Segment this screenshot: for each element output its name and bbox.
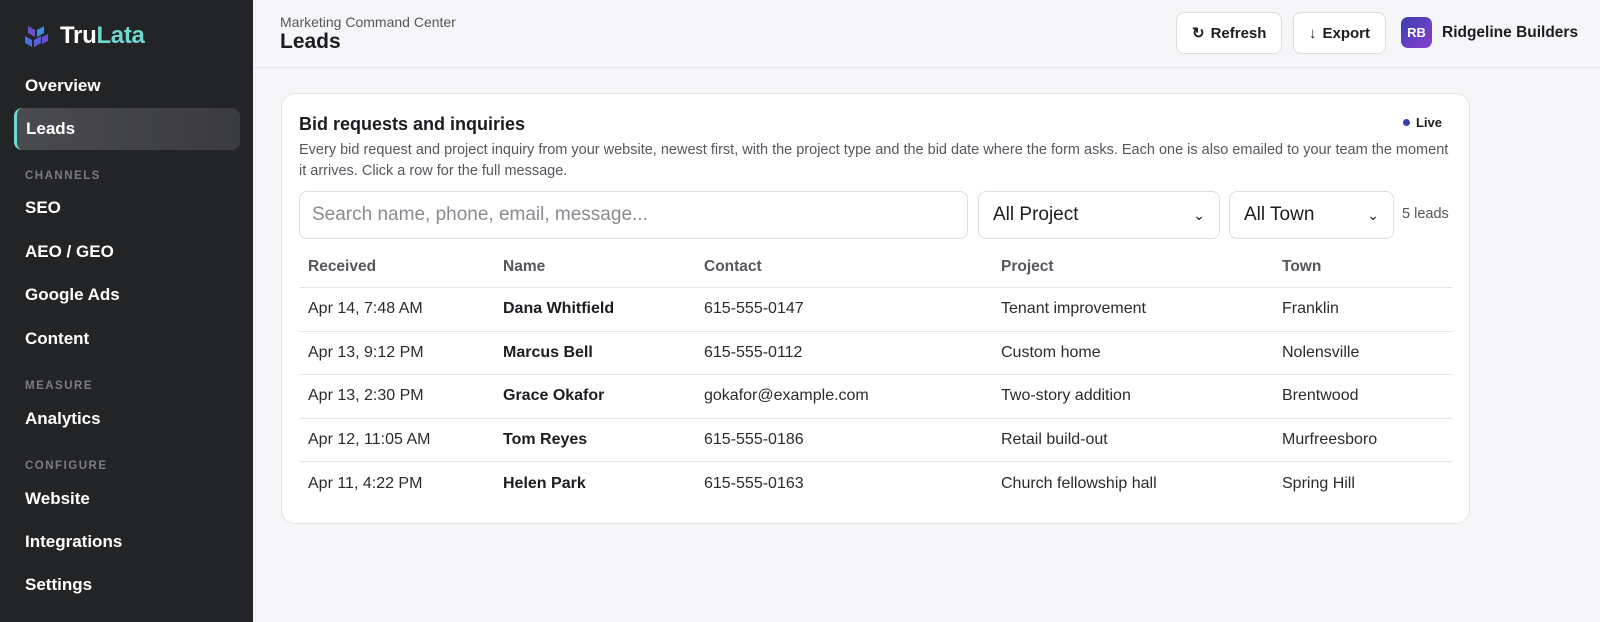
cell-contact: 615-555-0112 [704,343,803,361]
lead-count: 5 leads [1402,206,1449,222]
cell-contact: 615-555-0186 [704,430,804,448]
cell-project: Custom home [1001,343,1101,361]
account-name: Ridgeline Builders [1442,23,1579,41]
table-header-row: Received Name Contact Project Town [299,246,1453,288]
cell-town: Murfreesboro [1282,430,1378,448]
brand-name-part-2: Lata [96,22,145,49]
leads-card: Bid requests and inquiries Live Every bi… [281,93,1470,524]
section-label-configure: CONFIGURE [25,460,108,472]
trulata-logo-icon [25,26,48,47]
page-title: Leads [280,30,341,53]
cell-name: Grace Okafor [503,387,605,405]
section-label-measure: MEASURE [25,380,94,392]
section-label-channels: CHANNELS [25,170,101,182]
sidebar-item-aeo-geo[interactable]: AEO / GEO [14,231,240,273]
table-row[interactable]: Apr 14, 7:48 AM Dana Whitfield 615-555-0… [299,288,1453,332]
refresh-button-label: Refresh [1210,24,1267,42]
sidebar-item-integrations[interactable]: Integrations [14,521,240,563]
download-arrow-icon: ↓ [1309,24,1317,42]
cell-town: Spring Hill [1282,474,1355,492]
cell-project: Tenant improvement [1001,300,1146,318]
cell-received: Apr 12, 11:05 AM [308,430,431,448]
cell-project: Retail build-out [1001,430,1108,448]
cell-name: Tom Reyes [503,430,588,448]
top-bar: Marketing Command Center Leads ↻ Refresh… [253,0,1600,68]
cell-town: Franklin [1282,300,1339,318]
brand-name-part-1: Tru [60,22,97,49]
cell-received: Apr 13, 2:30 PM [308,387,424,405]
cell-contact: 615-555-0163 [704,474,804,492]
card-title: Bid requests and inquiries [299,114,526,134]
cell-name: Helen Park [503,474,586,492]
cell-town: Brentwood [1282,387,1359,405]
live-label: Live [1415,115,1442,130]
cell-project: Two-story addition [1001,387,1131,405]
live-indicator: Live [1402,115,1442,130]
sidebar-item-settings[interactable]: Settings [14,564,240,606]
brand[interactable]: TruLata [22,22,145,50]
cell-contact: gokafor@example.com [704,387,869,405]
column-header-project[interactable]: Project [1001,246,1054,287]
export-button-label: Export [1322,24,1371,42]
refresh-icon: ↻ [1192,24,1205,42]
cell-town: Nolensville [1282,343,1360,361]
column-header-name[interactable]: Name [503,246,545,287]
live-dot-icon [1402,119,1410,126]
cell-name: Dana Whitfield [503,300,615,318]
leads-table: Received Name Contact Project Town Apr 1… [299,246,1453,506]
table-row[interactable]: Apr 12, 11:05 AM Tom Reyes 615-555-0186 … [299,419,1453,462]
town-filter-value: All Town [1244,204,1315,225]
brand-name: TruLata [60,22,145,50]
search-input[interactable] [299,191,968,239]
table-row[interactable]: Apr 13, 2:30 PM Grace Okafor gokafor@exa… [299,375,1453,419]
project-filter-select[interactable]: All Project ⌄ [978,191,1220,239]
chevron-down-icon: ⌄ [1193,206,1205,223]
chevron-down-icon: ⌄ [1367,206,1379,223]
sidebar-item-leads[interactable]: Leads [14,108,240,150]
cell-received: Apr 11, 4:22 PM [308,474,423,492]
column-header-town[interactable]: Town [1282,246,1321,287]
sidebar-item-content[interactable]: Content [14,318,240,360]
refresh-button[interactable]: ↻ Refresh [1176,12,1283,54]
sidebar-item-google-ads[interactable]: Google Ads [14,274,240,316]
cell-received: Apr 13, 9:12 PM [308,343,424,361]
table-row[interactable]: Apr 11, 4:22 PM Helen Park 615-555-0163 … [299,462,1453,506]
cell-contact: 615-555-0147 [704,300,804,318]
sidebar-item-seo[interactable]: SEO [14,187,240,229]
cell-name: Marcus Bell [503,343,593,361]
export-button[interactable]: ↓ Export [1293,12,1387,54]
column-header-received[interactable]: Received [308,246,376,287]
cell-received: Apr 14, 7:48 AM [308,300,423,318]
column-header-contact[interactable]: Contact [704,246,762,287]
cell-project: Church fellowship hall [1001,474,1157,492]
sidebar-item-website[interactable]: Website [14,478,240,520]
table-row[interactable]: Apr 13, 9:12 PM Marcus Bell 615-555-0112… [299,332,1453,375]
sidebar-item-analytics[interactable]: Analytics [14,398,240,440]
town-filter-select[interactable]: All Town ⌄ [1229,191,1394,239]
sidebar: TruLata Overview Leads CHANNELS SEO AEO … [0,0,253,622]
account-menu[interactable]: RB Ridgeline Builders [1401,17,1578,48]
sidebar-item-overview[interactable]: Overview [14,65,240,107]
card-description: Every bid request and project inquiry fr… [299,142,1449,179]
breadcrumb: Marketing Command Center [280,14,456,30]
project-filter-value: All Project [993,204,1079,225]
avatar: RB [1401,17,1432,48]
